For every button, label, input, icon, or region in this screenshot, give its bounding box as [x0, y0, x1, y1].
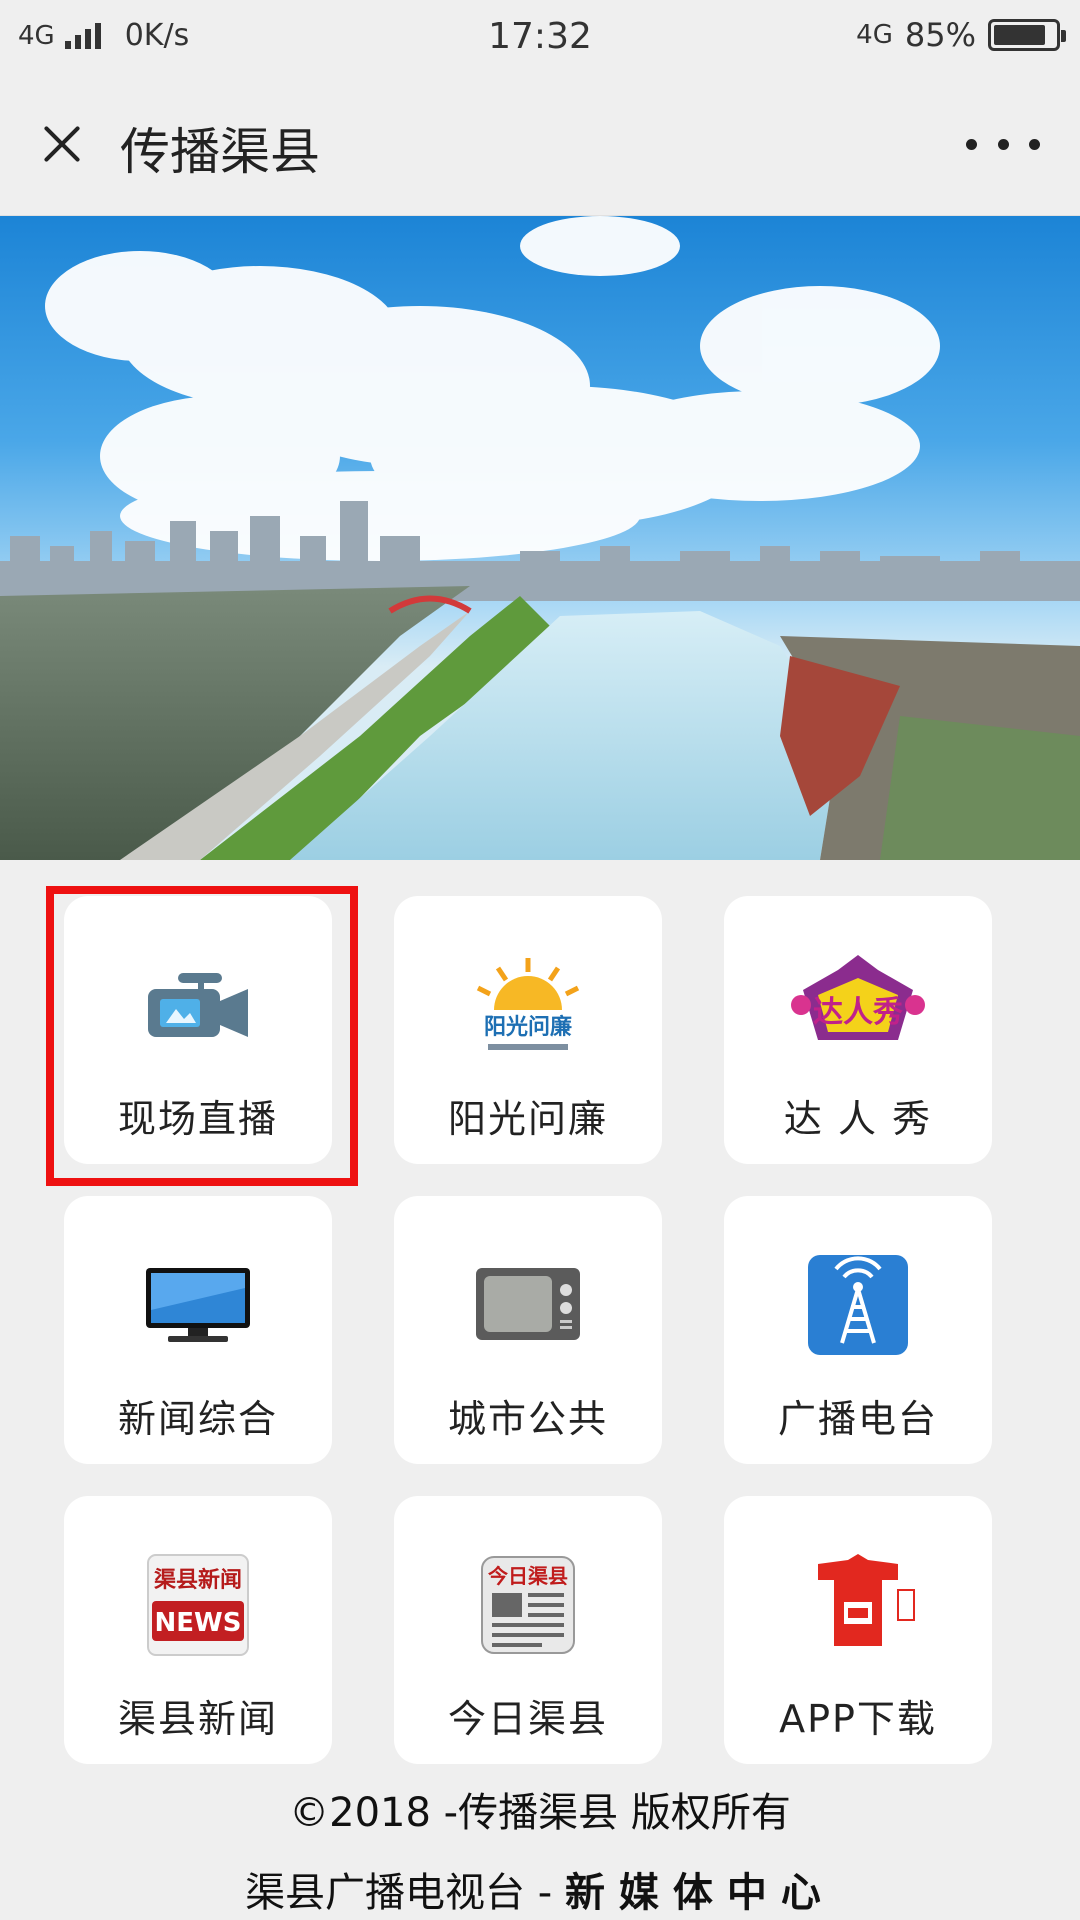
- city-river-illustration: [0, 216, 1080, 860]
- channel-live[interactable]: 现场直播: [64, 896, 332, 1164]
- channel-grid: 现场直播 阳光问廉 阳光问廉 达人秀 达 人 秀 新闻综合 城市公共 广播电台 …: [64, 896, 992, 1766]
- battery-status: 4G 85%: [856, 16, 1066, 54]
- channel-label: 达 人 秀: [783, 1097, 933, 1141]
- channel-label: APP下载: [779, 1697, 937, 1741]
- banner-image: [0, 216, 1080, 860]
- channel-app-download[interactable]: APP下载: [724, 1496, 992, 1764]
- more-dots-icon[interactable]: [966, 124, 1040, 164]
- channel-label: 广播电台: [777, 1397, 938, 1441]
- station-text: 渠县广播电视台 - 新媒体中心: [0, 1860, 1080, 1918]
- channel-label: 阳光问廉: [447, 1097, 608, 1141]
- news-logo-word: NEWS: [155, 1608, 242, 1638]
- talent-show-logo-icon: 达人秀: [724, 950, 992, 1060]
- media-center-name: 新媒体中心: [564, 1869, 835, 1916]
- channel-label: 今日渠县: [447, 1697, 608, 1741]
- app-logo-icon: [724, 1550, 992, 1660]
- sunshine-logo-icon: 阳光问廉: [394, 950, 662, 1060]
- footer: ©2018 -传播渠县 版权所有 渠县广播电视台 - 新媒体中心: [0, 1780, 1080, 1918]
- channel-label: 渠县新闻: [117, 1697, 278, 1741]
- channel-news-general[interactable]: 新闻综合: [64, 1196, 332, 1464]
- battery-percent: 85%: [904, 16, 976, 54]
- battery-icon: [988, 19, 1066, 51]
- page-title: 传播渠县: [120, 123, 320, 181]
- network-type-right: 4G: [856, 20, 893, 50]
- radio-tower-icon: [724, 1250, 992, 1360]
- station-name: 渠县广播电视台 -: [245, 1870, 565, 1916]
- channel-radio[interactable]: 广播电台: [724, 1196, 992, 1464]
- channel-quxian-news[interactable]: 渠县新闻 NEWS 渠县新闻: [64, 1496, 332, 1764]
- copyright-text: ©2018 -传播渠县 版权所有: [289, 1790, 791, 1836]
- channel-label: 现场直播: [117, 1097, 278, 1141]
- close-icon[interactable]: [30, 112, 94, 176]
- channel-sunshine[interactable]: 阳光问廉 阳光问廉: [394, 896, 662, 1164]
- channel-talent[interactable]: 达人秀 达 人 秀: [724, 896, 992, 1164]
- channel-label: 城市公共: [447, 1397, 608, 1441]
- newspaper-icon: 今日渠县: [394, 1550, 662, 1660]
- retro-tv-icon: [394, 1250, 662, 1360]
- channel-city-public[interactable]: 城市公共: [394, 1196, 662, 1464]
- sunshine-logo-text: 阳光问廉: [484, 1014, 572, 1040]
- channel-today[interactable]: 今日渠县 今日渠县: [394, 1496, 662, 1764]
- channel-label: 新闻综合: [117, 1397, 278, 1441]
- video-camera-icon: [64, 950, 332, 1060]
- news-logo-text: 渠县新闻: [154, 1567, 242, 1593]
- lcd-tv-icon: [64, 1250, 332, 1360]
- newspaper-logo-text: 今日渠县: [488, 1564, 568, 1588]
- title-bar: 传播渠县: [0, 74, 1080, 216]
- news-logo-icon: 渠县新闻 NEWS: [64, 1550, 332, 1660]
- talent-logo-text: 达人秀: [813, 995, 903, 1030]
- status-bar: 4G 0K/s 17:32 4G 85%: [0, 0, 1080, 74]
